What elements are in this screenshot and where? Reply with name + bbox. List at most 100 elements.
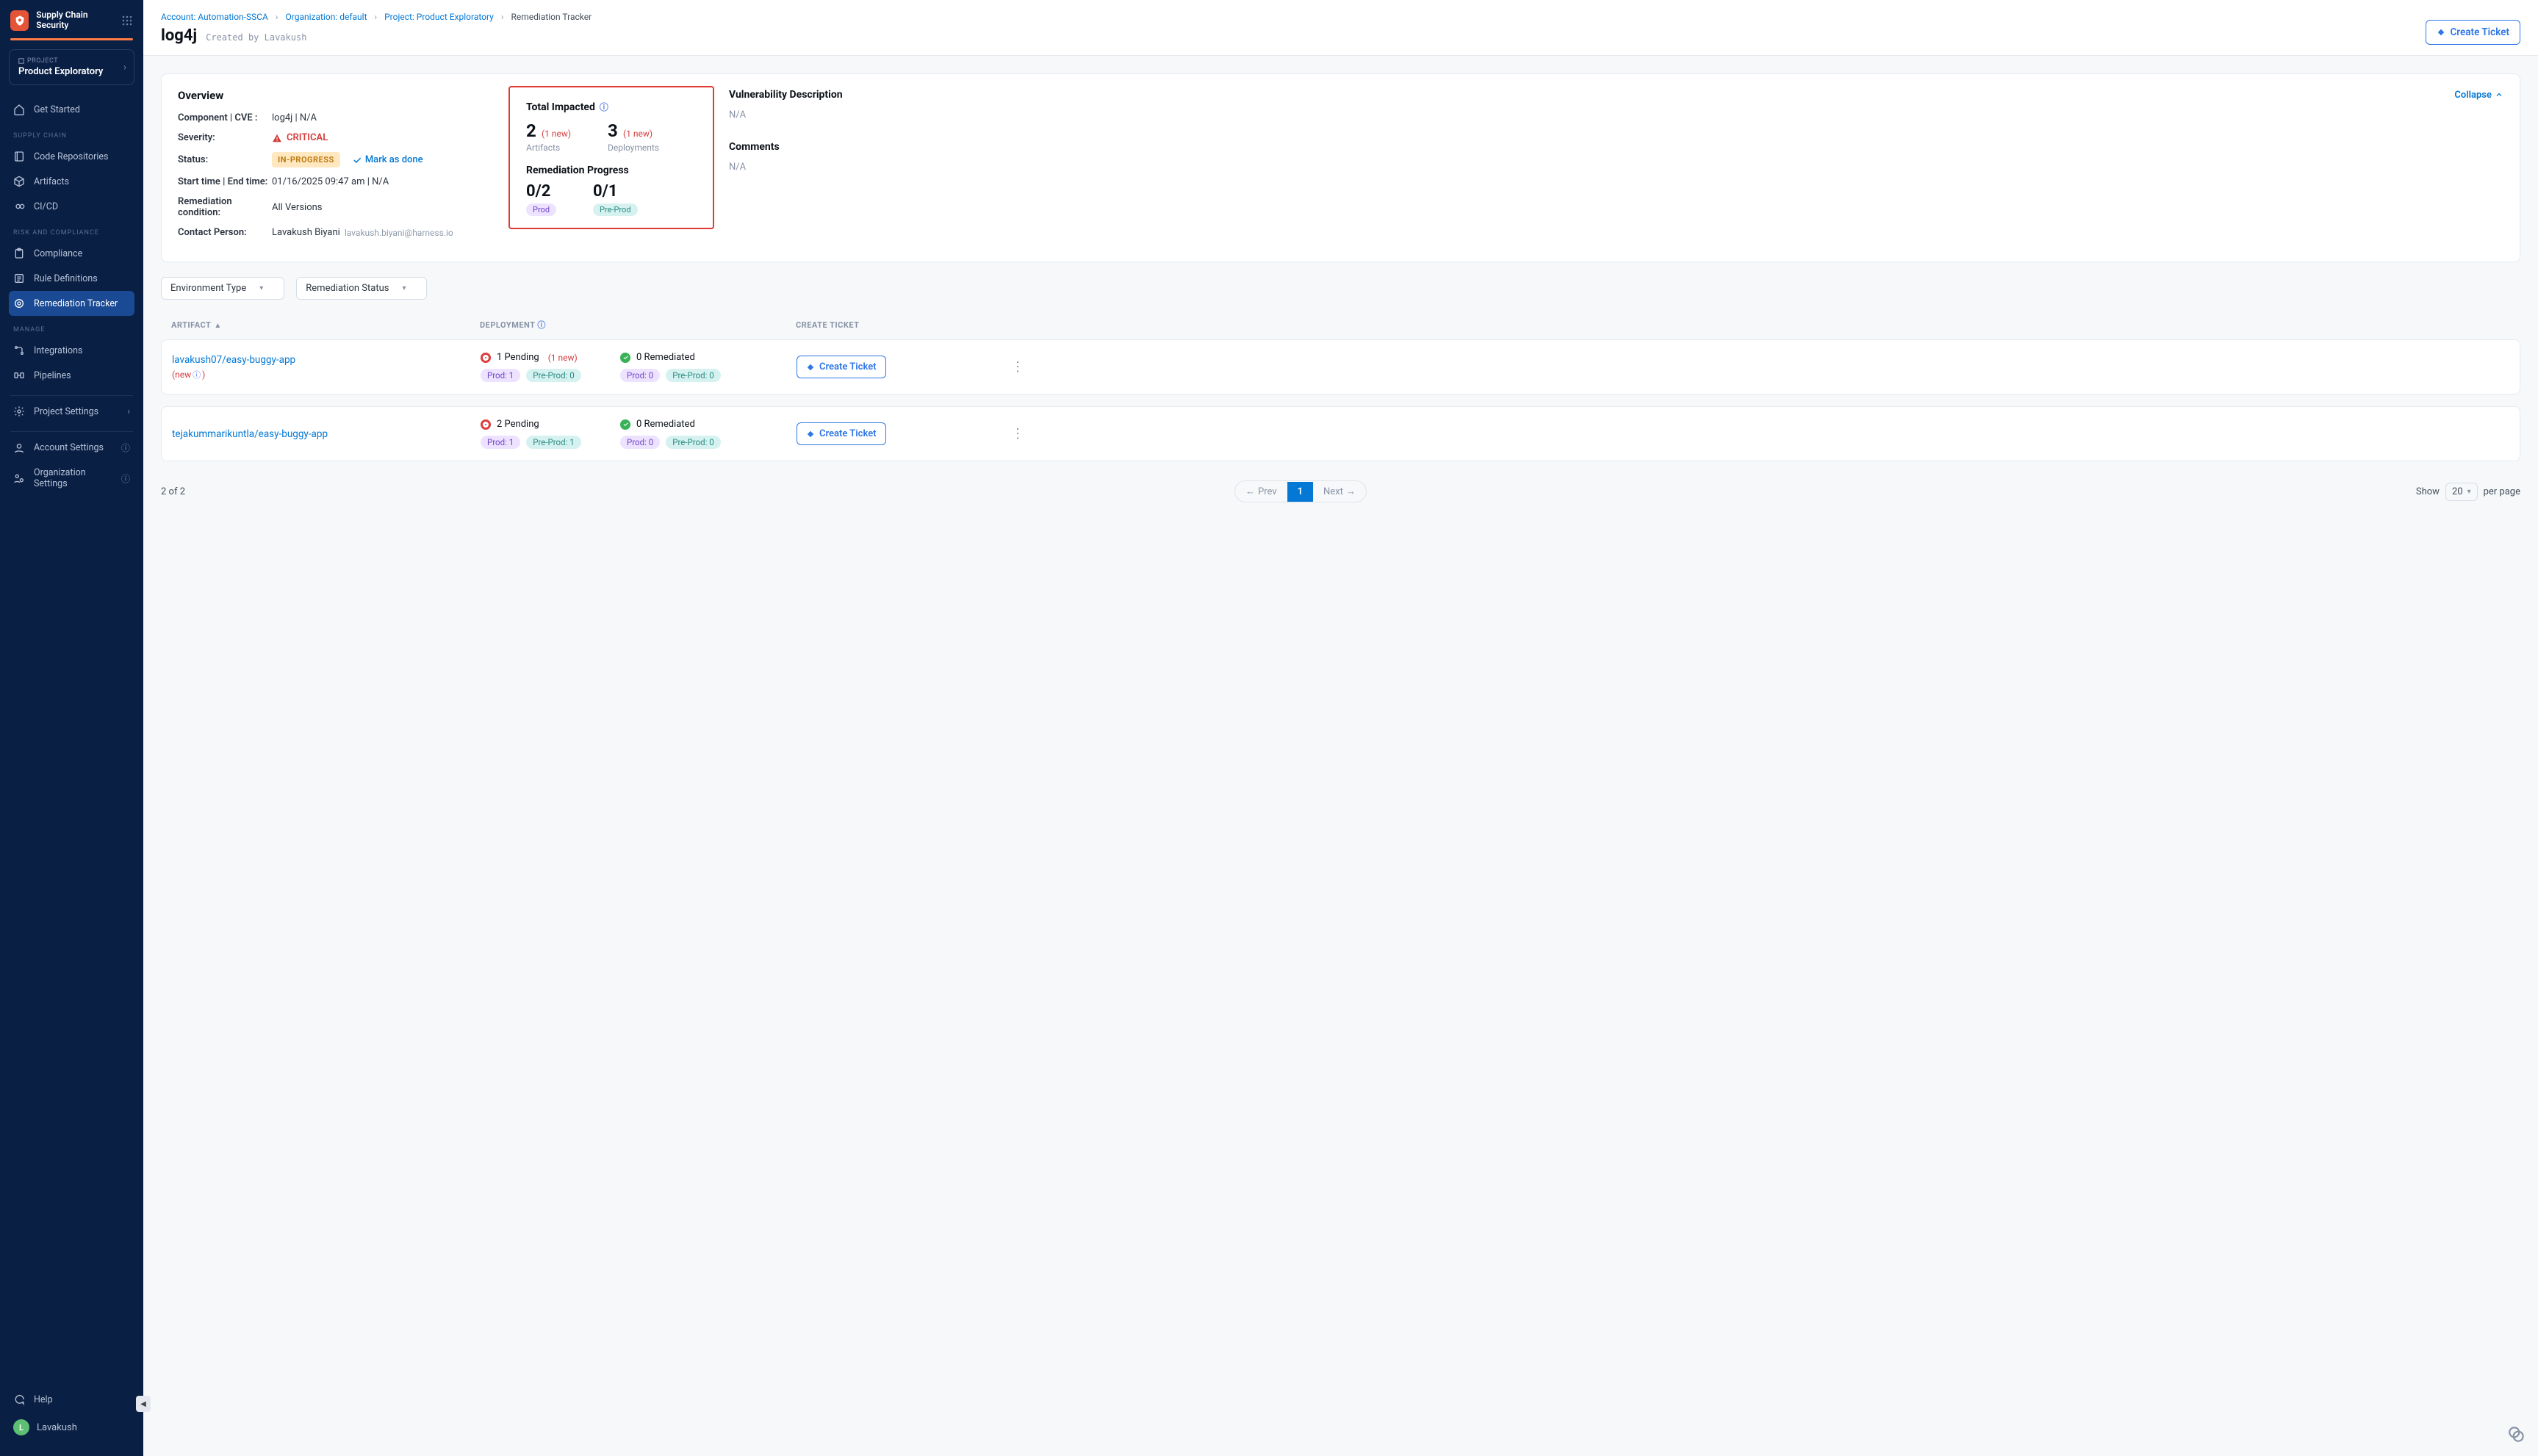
overview-contact-key: Contact Person: [178,227,272,238]
ticket-icon [2437,28,2445,37]
info-icon[interactable]: ⓘ [193,369,201,381]
target-icon [13,298,25,309]
nav-get-started[interactable]: Get Started [0,97,143,122]
impact-artifacts: 2 (1 new) Artifacts [526,120,571,153]
mark-as-done-link[interactable]: Mark as done [352,154,423,165]
check-circle-icon [620,353,630,363]
nav-code-repositories[interactable]: Code Repositories [0,144,143,169]
filter-remediation-status[interactable]: Remediation Status ▾ [296,277,427,300]
overview-title: Overview [178,89,494,102]
overview-right: Vulnerability Description Collapse N/A C… [729,89,2503,173]
overview-time-val: 01/16/2025 09:47 am | N/A [272,176,389,187]
nav-section-risk: RISK AND COMPLIANCE [0,219,143,241]
overview-severity-val: CRITICAL [272,132,328,143]
rules-icon [13,273,25,284]
breadcrumb-page: Remediation Tracker [511,12,592,22]
arrow-left-icon: ← [1245,486,1255,497]
arrow-right-icon: → [1346,486,1356,497]
info-icon[interactable]: ⓘ [537,320,546,330]
cube-icon [13,176,25,187]
chevron-down-icon: ▾ [402,284,406,292]
pill-prod: Prod: 0 [620,436,660,449]
breadcrumb-org[interactable]: Organization: default [286,12,367,22]
main: Account: Automation-SSCA › Organization:… [143,0,2538,1456]
status-badge: IN-PROGRESS [272,152,340,167]
pill-preprod: Pre-Prod: 0 [526,369,581,382]
nav-project-settings[interactable]: Project Settings › [0,399,143,424]
brand-row: Supply Chain Security [0,0,143,38]
overview-severity-key: Severity: [178,132,272,143]
breadcrumb-account[interactable]: Account: Automation-SSCA [161,12,268,22]
nav-remediation-tracker[interactable]: Remediation Tracker [9,291,134,316]
breadcrumb-project[interactable]: Project: Product Exploratory [384,12,494,22]
info-icon: ⓘ [121,442,130,454]
col-artifact[interactable]: ARTIFACT▲ [171,320,480,330]
nav-help[interactable]: Help [0,1387,143,1412]
per-page-select[interactable]: 20 ▾ [2445,483,2478,501]
pipeline-icon [13,370,25,381]
breadcrumb-sep: › [375,12,378,22]
vuln-desc-value: N/A [729,109,2503,120]
progress-preprod: 0/1 Pre-Prod [593,182,637,216]
org-icon [13,472,25,484]
deployment-remediated: 0 Remediated [620,352,797,363]
nav-pipelines[interactable]: Pipelines [0,363,143,388]
sidebar-footer: Help L Lavakush [0,1380,143,1456]
overview-time-key: Start time | End time: [178,176,272,187]
home-icon [13,104,25,115]
chevron-up-icon [2495,90,2503,99]
repo-icon [13,151,25,162]
row-menu-button[interactable]: ⋮ [988,426,1024,442]
nav-section-supply-chain: SUPPLY CHAIN [0,122,143,144]
nav-account-settings[interactable]: Account Settings ⓘ [0,435,143,461]
collapse-link[interactable]: Collapse [2454,90,2503,101]
floating-help-icon[interactable] [2507,1425,2526,1444]
row-menu-button[interactable]: ⋮ [988,359,1024,375]
project-selector[interactable]: PROJECT Product Exploratory › [9,49,134,85]
user-gear-icon [13,442,25,454]
result-count: 2 of 2 [161,486,185,497]
page-created-by: Created by Lavakush [206,32,306,43]
col-deployment: DEPLOYMENT ⓘ [480,319,619,331]
col-create-ticket: CREATE TICKET [796,320,987,330]
overview-cond-key: Remediation condition: [178,196,272,218]
create-ticket-button-row[interactable]: Create Ticket [797,356,886,378]
pill-preprod: Pre-Prod: 0 [666,436,721,449]
nav-org-settings[interactable]: Organization Settings ⓘ [0,461,143,496]
nav-integrations[interactable]: Integrations [0,338,143,363]
pager-prev[interactable]: ←Prev [1235,481,1287,502]
user-row[interactable]: L Lavakush [0,1412,143,1443]
project-name: Product Exploratory [18,66,125,77]
pager-page-current[interactable]: 1 [1287,482,1313,502]
create-ticket-button-row[interactable]: Create Ticket [797,422,886,445]
nav-section-manage: MANAGE [0,316,143,338]
create-ticket-button-header[interactable]: Create Ticket [2426,20,2520,45]
info-icon[interactable]: ⓘ [600,101,608,113]
plug-icon [13,345,25,356]
results-table: ARTIFACT▲ DEPLOYMENT ⓘ CREATE TICKET lav… [161,310,2520,473]
checkmark-icon [352,155,362,165]
pager-next[interactable]: Next→ [1313,481,1366,502]
pill-prod: Prod: 1 [481,369,520,382]
overview-contact-name: Lavakush Biyani [272,227,340,238]
chevron-right-icon: › [127,406,130,417]
breadcrumb-sep: › [276,12,278,22]
artifact-link[interactable]: lavakush07/easy-buggy-app [172,354,481,366]
sidebar-collapse-toggle[interactable]: ◀ [136,1396,151,1412]
artifact-link[interactable]: tejakummarikuntla/easy-buggy-app [172,428,481,440]
pending-status-icon [481,353,491,363]
overview-status-key: Status: [178,154,272,165]
breadcrumb-sep: › [501,12,504,22]
overview-card: Overview Component | CVE : log4j | N/A S… [161,73,2520,262]
nav-artifacts[interactable]: Artifacts [0,169,143,194]
nav-cicd[interactable]: CI/CD [0,194,143,219]
ticket-icon [806,363,815,372]
filter-environment-type[interactable]: Environment Type ▾ [161,277,284,300]
progress-prod: 0/2 Prod [526,182,556,216]
apps-grid-icon[interactable] [121,15,133,26]
alert-triangle-icon [272,133,282,143]
pill-preprod: Pre-Prod: 1 [526,436,581,449]
nav-rule-definitions[interactable]: Rule Definitions [0,266,143,291]
pill-prod: Prod: 0 [620,369,660,382]
nav-compliance[interactable]: Compliance [0,241,143,266]
